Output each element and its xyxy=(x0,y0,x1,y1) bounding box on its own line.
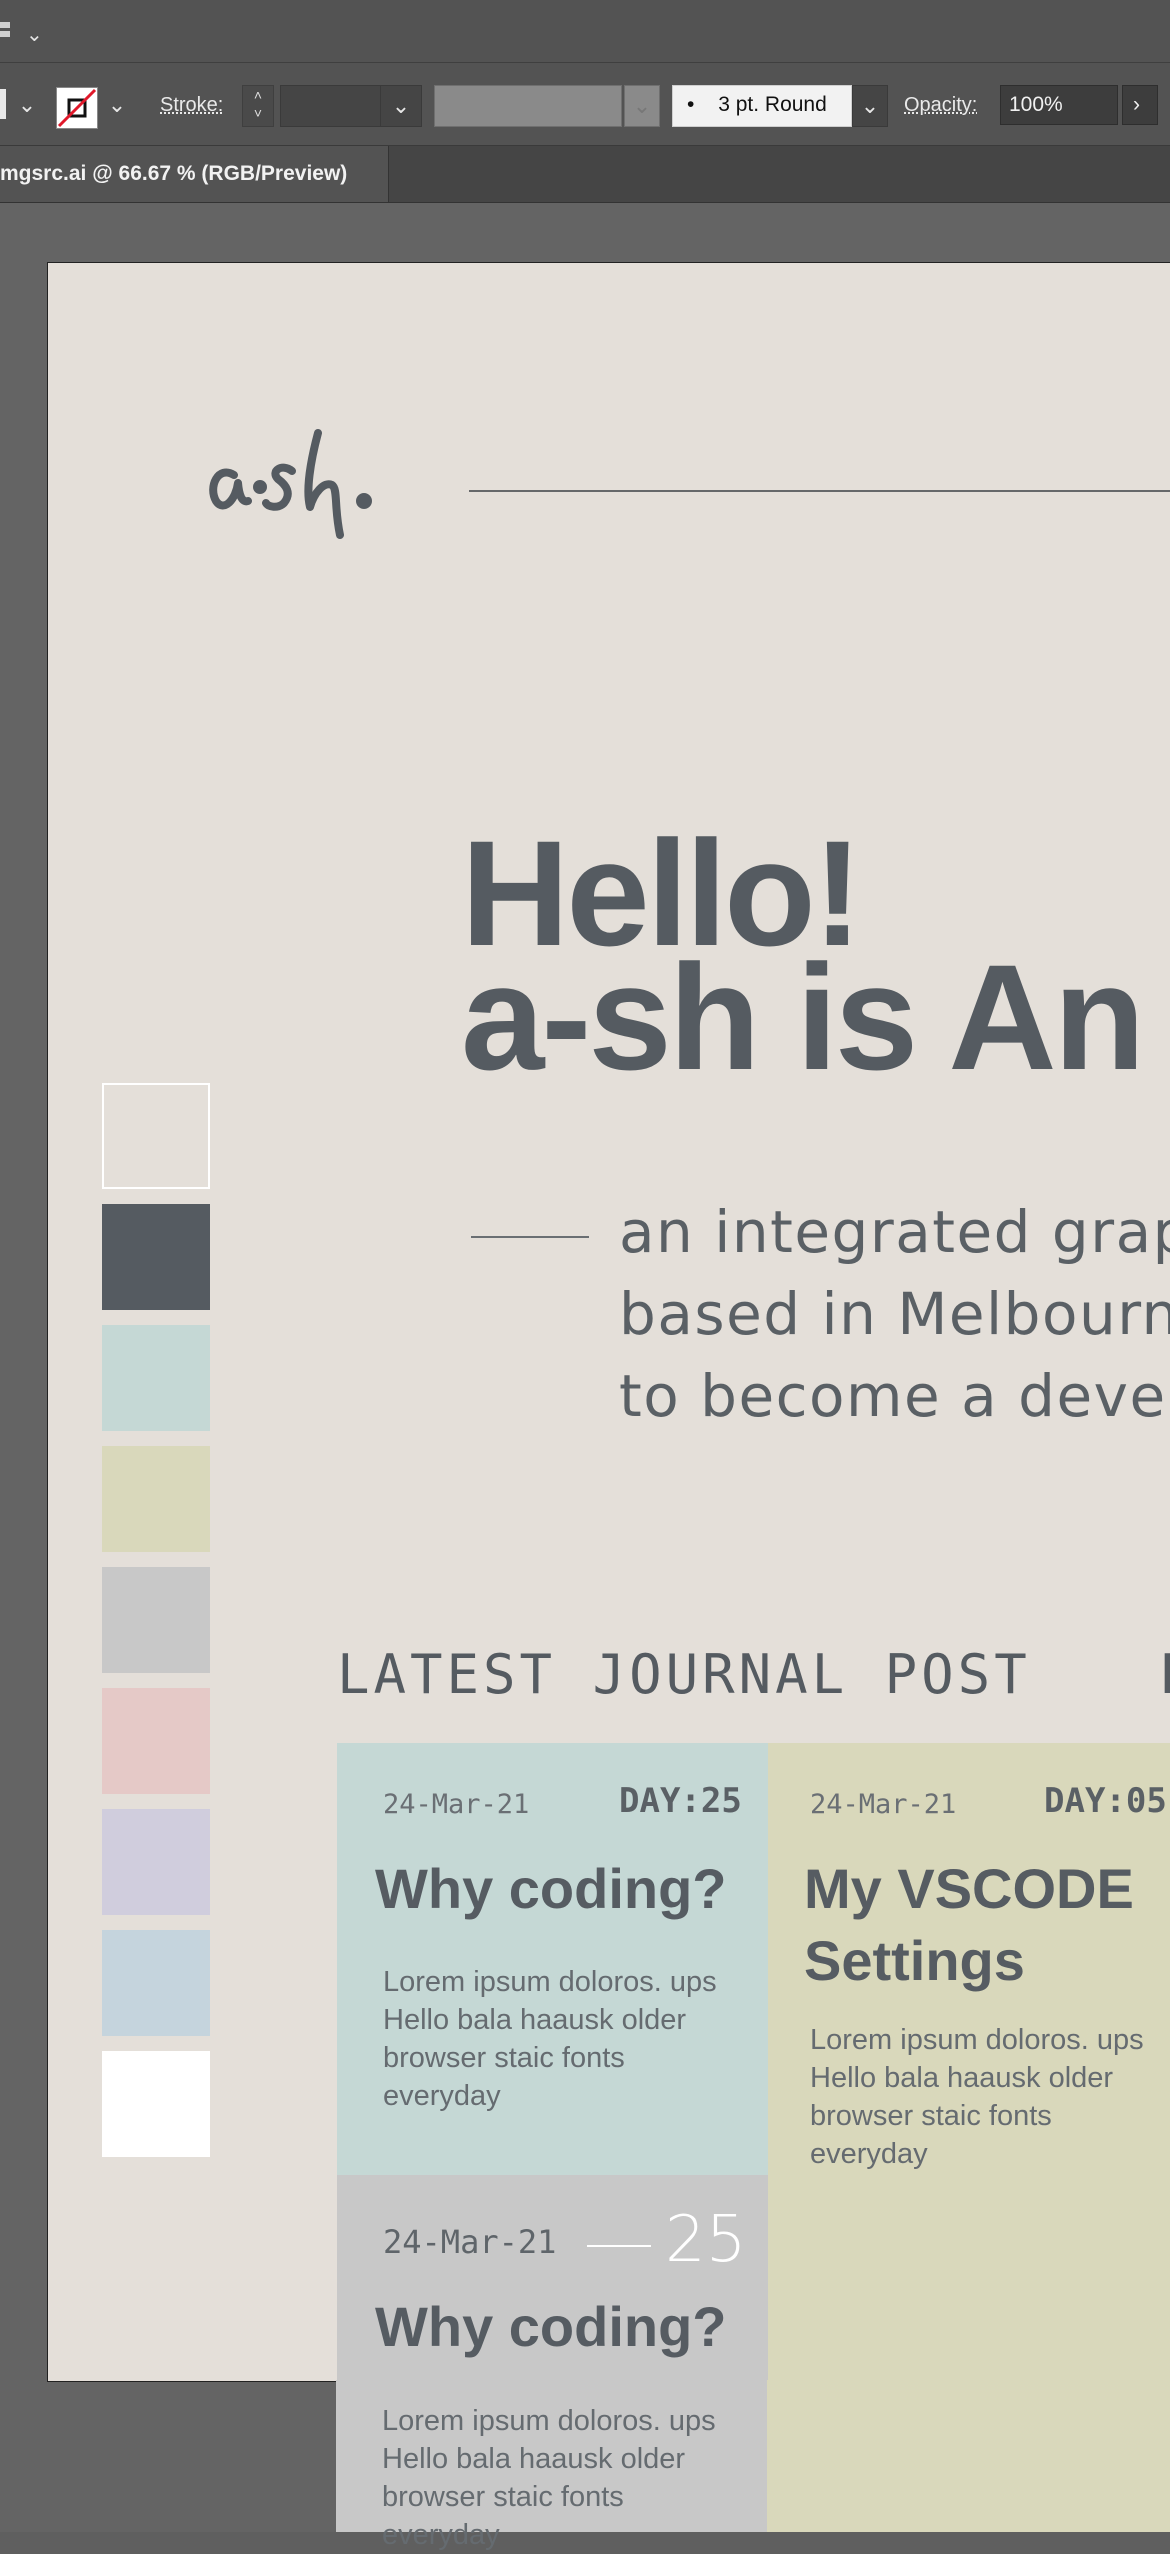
card-body-line: browser staic fonts xyxy=(382,2481,624,2513)
hero-line-2: a-sh is An xyxy=(461,933,1145,1101)
card-date: 24-Mar-21 xyxy=(383,2223,557,2261)
panel-grid-icon[interactable] xyxy=(0,22,12,40)
header-rule xyxy=(469,490,1170,492)
palette-swatch[interactable] xyxy=(102,2051,210,2157)
palette-swatch[interactable] xyxy=(102,1446,210,1552)
card-title: Why coding? xyxy=(375,1857,727,1920)
intro-rule xyxy=(471,1236,589,1238)
fill-dropdown-chevron-icon[interactable]: ⌄ xyxy=(12,85,42,125)
artboard[interactable]: Hello! a-sh is An an integrated grap bas… xyxy=(47,262,1170,2382)
brush-label: 3 pt. Round xyxy=(718,93,827,116)
card-body-line: Hello bala haausk older xyxy=(383,2004,687,2036)
stroke-weight-dropdown-icon[interactable]: ⌄ xyxy=(380,85,422,127)
brush-dropdown-icon[interactable]: ⌄ xyxy=(852,85,888,127)
journal-card[interactable]: 24-Mar-21 DAY:05 My VSCODE Settings Lore… xyxy=(768,1743,1170,2381)
document-tab[interactable]: mgsrc.ai @ 66.67 % (RGB/Preview) xyxy=(0,146,389,202)
card-body-line: browser staic fonts xyxy=(810,2100,1052,2132)
no-stroke-icon xyxy=(57,88,97,128)
card-body-line: Lorem ipsum doloros. ups xyxy=(382,2405,716,2437)
card-body-line: browser staic fonts xyxy=(383,2042,625,2074)
app-top-strip: ⌄ xyxy=(0,0,1170,63)
hero-heading: Hello! a-sh is An xyxy=(461,818,1145,1101)
brush-dot-icon: • xyxy=(687,93,695,116)
control-bar: ⌄ ⌄ Stroke: ˄ ˅ ⌄ ⌄ • 3 pt. Round ⌄ Opaci… xyxy=(0,63,1170,146)
section-title-right: L xyxy=(1159,1643,1170,1706)
palette-swatch[interactable] xyxy=(102,1930,210,2036)
palette-swatch[interactable] xyxy=(102,1204,210,1310)
chevron-up-icon[interactable]: ˄ xyxy=(243,86,273,104)
card-title-line: My VSCODE xyxy=(804,1857,1134,1920)
opacity-field[interactable]: 100% xyxy=(1000,85,1118,125)
palette-swatch[interactable] xyxy=(102,1083,210,1189)
card-dash xyxy=(587,2245,651,2247)
card-body-line: Lorem ipsum doloros. ups xyxy=(383,1966,717,1998)
palette-swatch[interactable] xyxy=(102,1688,210,1794)
card-title: My VSCODE Settings xyxy=(804,1853,1134,1997)
stroke-swatch[interactable] xyxy=(56,87,98,129)
stroke-label[interactable]: Stroke: xyxy=(160,85,223,125)
palette-swatch[interactable] xyxy=(102,1809,210,1915)
card-body-line: Hello bala haausk older xyxy=(382,2443,686,2475)
card-day-number: 25 xyxy=(665,2203,747,2277)
ash-logo xyxy=(209,429,372,539)
card-title: Why coding? xyxy=(375,2295,727,2358)
chevron-down-icon[interactable]: ˅ xyxy=(243,104,273,122)
card-body-line: Lorem ipsum doloros. ups xyxy=(810,2024,1144,2056)
card-day: DAY:05 xyxy=(1044,1781,1167,1821)
card-title-line: Settings xyxy=(804,1929,1025,1992)
journal-card-overflow xyxy=(767,2380,1170,2532)
variable-width-profile[interactable] xyxy=(434,85,622,127)
card-body-line: everyday xyxy=(382,2519,500,2551)
journal-card[interactable]: 24-Mar-21 25 Why coding? xyxy=(337,2175,768,2381)
opacity-label[interactable]: Opacity: xyxy=(904,85,977,125)
fill-swatch[interactable] xyxy=(0,89,6,119)
card-date: 24-Mar-21 xyxy=(383,1789,530,1820)
card-body-line: everyday xyxy=(810,2138,928,2170)
journal-card[interactable]: 24-Mar-21 DAY:25 Why coding? Lorem ipsum… xyxy=(337,1743,768,2175)
intro-line: to become a deve xyxy=(619,1362,1167,1430)
intro-line: based in Melbourn xyxy=(619,1280,1170,1348)
card-body: Lorem ipsum doloros. ups Hello bala haau… xyxy=(810,2021,1144,2173)
color-palette xyxy=(102,1083,210,2172)
stroke-weight-stepper[interactable]: ˄ ˅ xyxy=(242,85,274,127)
palette-swatch[interactable] xyxy=(102,1567,210,1673)
document-tab-bar: mgsrc.ai @ 66.67 % (RGB/Preview) xyxy=(0,146,1170,203)
intro-line: an integrated grap xyxy=(619,1198,1170,1266)
card-body-line: Hello bala haausk older xyxy=(810,2062,1114,2094)
card-body-line: everyday xyxy=(383,2080,501,2112)
card-date: 24-Mar-21 xyxy=(810,1789,957,1820)
stroke-dropdown-chevron-icon[interactable]: ⌄ xyxy=(102,85,132,125)
card-body: Lorem ipsum doloros. ups Hello bala haau… xyxy=(383,1963,717,2115)
chevron-right-icon[interactable]: › xyxy=(1122,85,1158,125)
brush-definition-field[interactable]: • 3 pt. Round xyxy=(672,85,852,127)
intro-text: an integrated grap based in Melbourn to … xyxy=(619,1191,1170,1437)
chevron-down-icon[interactable]: ⌄ xyxy=(26,22,43,47)
card-day: DAY:25 xyxy=(619,1781,742,1821)
section-title: LATEST JOURNAL POST xyxy=(337,1643,1031,1706)
palette-swatch[interactable] xyxy=(102,1325,210,1431)
card-body: Lorem ipsum doloros. ups Hello bala haau… xyxy=(382,2402,716,2554)
journal-card-overflow: Lorem ipsum doloros. ups Hello bala haau… xyxy=(336,2380,767,2551)
profile-dropdown-icon[interactable]: ⌄ xyxy=(624,85,660,127)
